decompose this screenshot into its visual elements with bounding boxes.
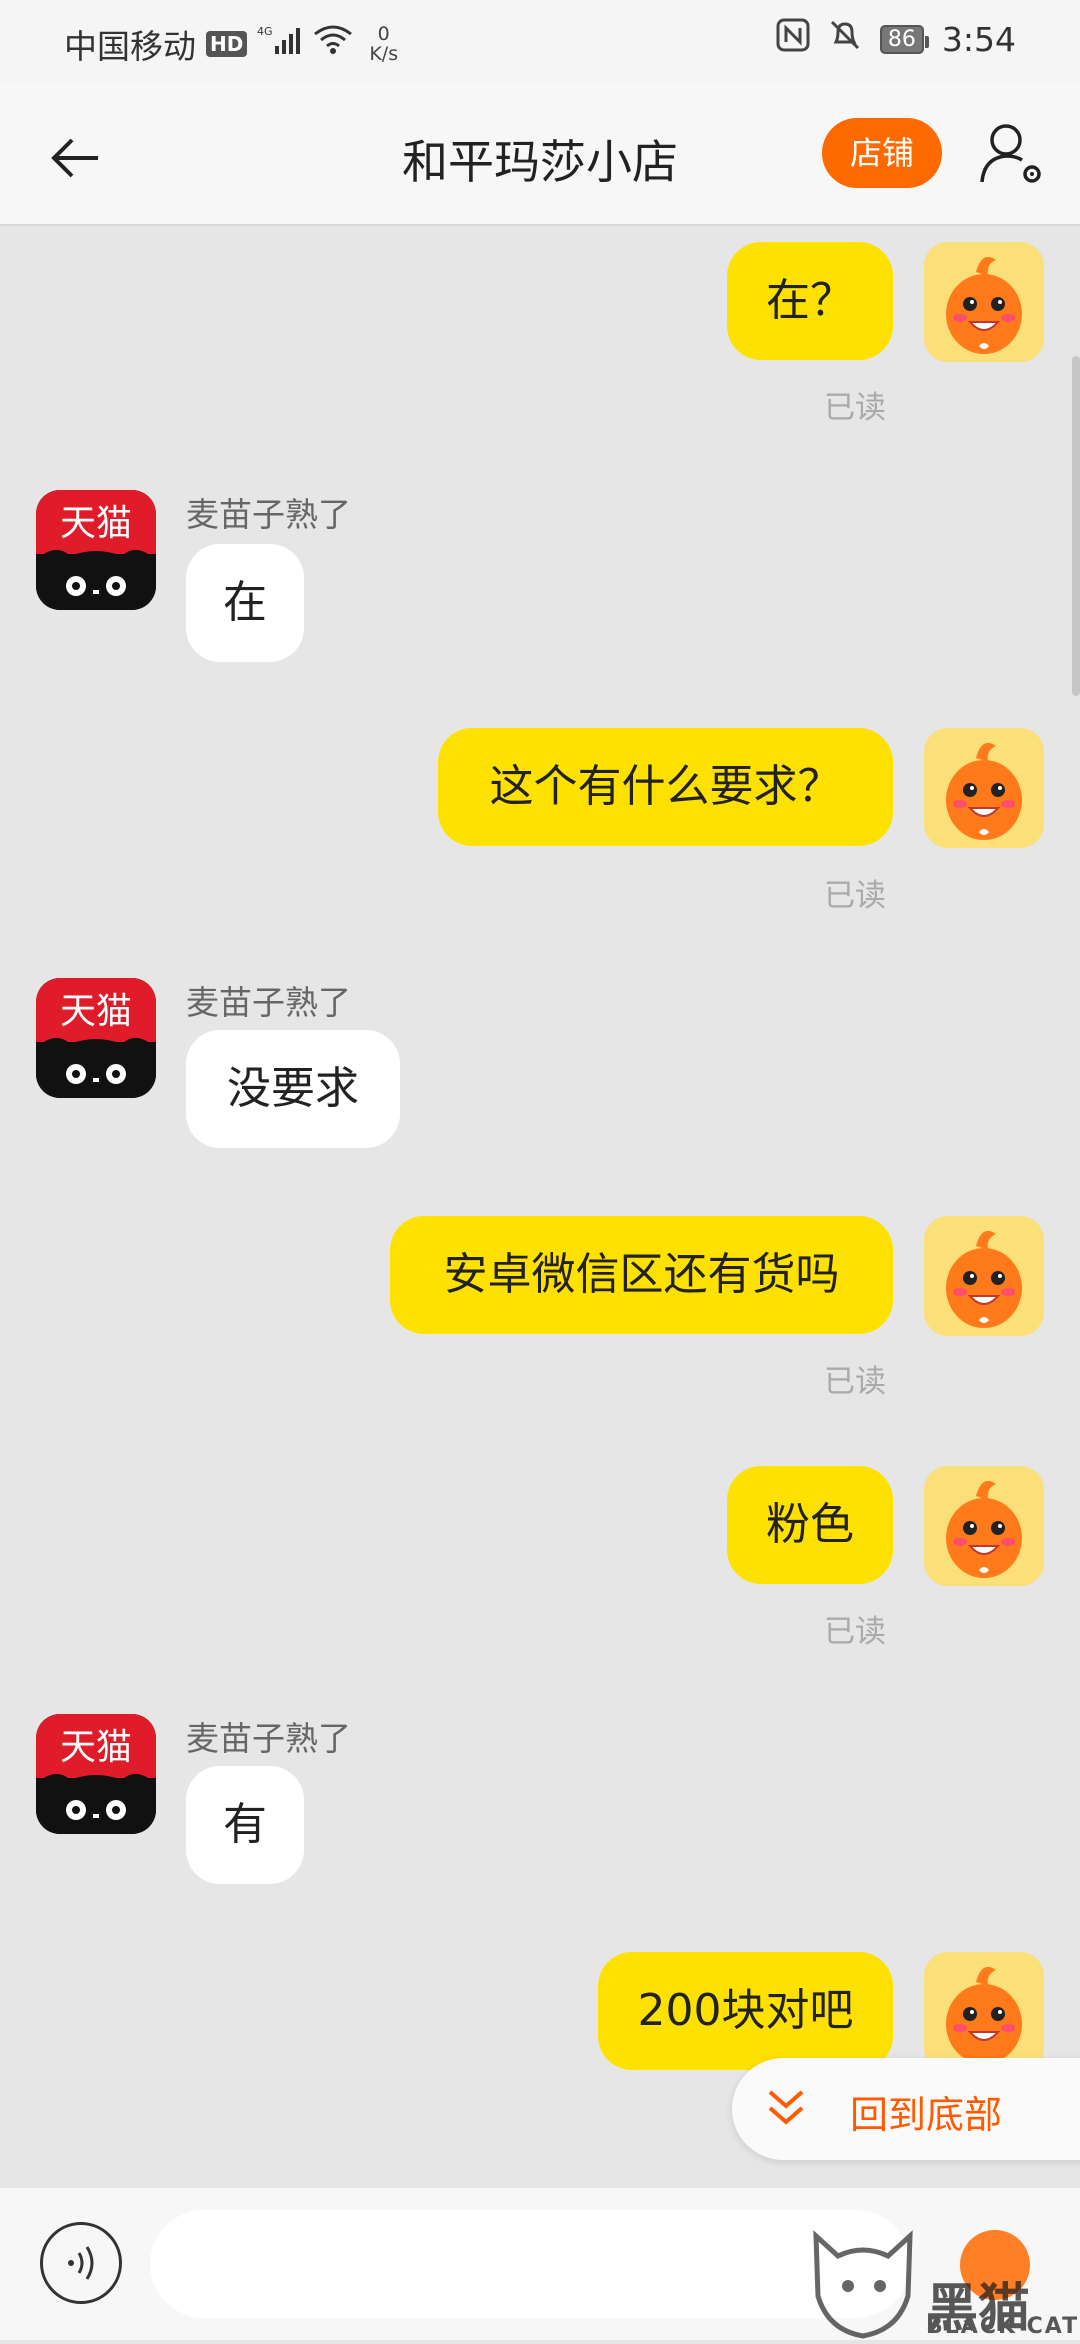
tmall-cat-icon (36, 549, 156, 610)
hd-badge: HD (206, 31, 248, 57)
network-speed: 0 K/s (369, 23, 399, 65)
tmall-cat-icon (36, 1773, 156, 1834)
voice-button[interactable] (40, 2222, 122, 2304)
sender-name: 麦苗子熟了 (186, 983, 351, 1022)
back-to-bottom-button[interactable]: 回到底部 (732, 2058, 1080, 2160)
voice-icon (68, 2246, 94, 2280)
message-bubble-self[interactable]: 安卓微信区还有货吗 (390, 1216, 893, 1334)
shop-avatar[interactable]: 天猫 (36, 1714, 156, 1834)
wifi-icon (313, 24, 353, 64)
scrollbar[interactable] (1072, 356, 1080, 696)
signal-icon: 4G (257, 24, 303, 64)
mascot-avatar-icon (924, 1216, 1044, 1336)
user-avatar[interactable] (924, 1952, 1044, 2072)
black-cat-watermark: 黑猫 BLACK CAT (808, 2226, 1080, 2340)
sender-name: 麦苗子熟了 (186, 495, 351, 534)
black-cat-logo-icon (813, 2230, 913, 2339)
message-bubble-other[interactable]: 在 (186, 544, 304, 662)
carrier-label: 中国移动 (64, 27, 196, 66)
message-bubble-other[interactable]: 没要求 (186, 1030, 400, 1148)
watermark-sub: BLACK CAT (926, 2314, 1080, 2339)
clock: 3:54 (941, 19, 1016, 59)
mascot-avatar-icon (924, 242, 1044, 362)
mute-bell-icon (828, 18, 862, 60)
read-status: 已读 (824, 390, 886, 426)
mascot-avatar-icon (924, 1466, 1044, 1586)
message-bubble-self[interactable]: 粉色 (727, 1466, 893, 1584)
read-status: 已读 (824, 1364, 886, 1400)
nfc-icon (776, 18, 810, 60)
tmall-cat-icon (36, 1037, 156, 1098)
back-to-bottom-label: 回到底部 (850, 2093, 1003, 2137)
user-settings-icon (980, 124, 1041, 183)
message-bubble-other[interactable]: 有 (186, 1766, 304, 1884)
mascot-avatar-icon (924, 1952, 1044, 2072)
chat-header: 和平玛莎小店 店铺 (0, 84, 1080, 226)
message-bubble-self[interactable]: 这个有什么要求？ (438, 728, 893, 846)
message-bubble-self[interactable]: 200块对吧 (598, 1952, 893, 2070)
read-status: 已读 (824, 1614, 886, 1650)
shop-button[interactable]: 店铺 (822, 118, 942, 188)
network-label: 4G (257, 25, 273, 38)
shop-avatar[interactable]: 天猫 (36, 490, 156, 610)
mascot-avatar-icon (924, 728, 1044, 848)
user-avatar[interactable] (924, 1216, 1044, 1336)
user-avatar[interactable] (924, 728, 1044, 848)
battery-indicator: 86 (879, 24, 929, 54)
message-input[interactable] (150, 2210, 910, 2318)
user-avatar[interactable] (924, 1466, 1044, 1586)
chevron-double-down-icon (768, 2090, 804, 2125)
status-bar: 中国移动 HD 4G 0 K/s 86 3:54 (0, 0, 1080, 84)
message-bubble-self[interactable]: 在？ (727, 242, 893, 360)
user-avatar[interactable] (924, 242, 1044, 362)
read-status: 已读 (824, 878, 886, 914)
shop-avatar[interactable]: 天猫 (36, 978, 156, 1098)
sender-name: 麦苗子熟了 (186, 1719, 351, 1758)
user-settings-button[interactable] (976, 118, 1048, 190)
